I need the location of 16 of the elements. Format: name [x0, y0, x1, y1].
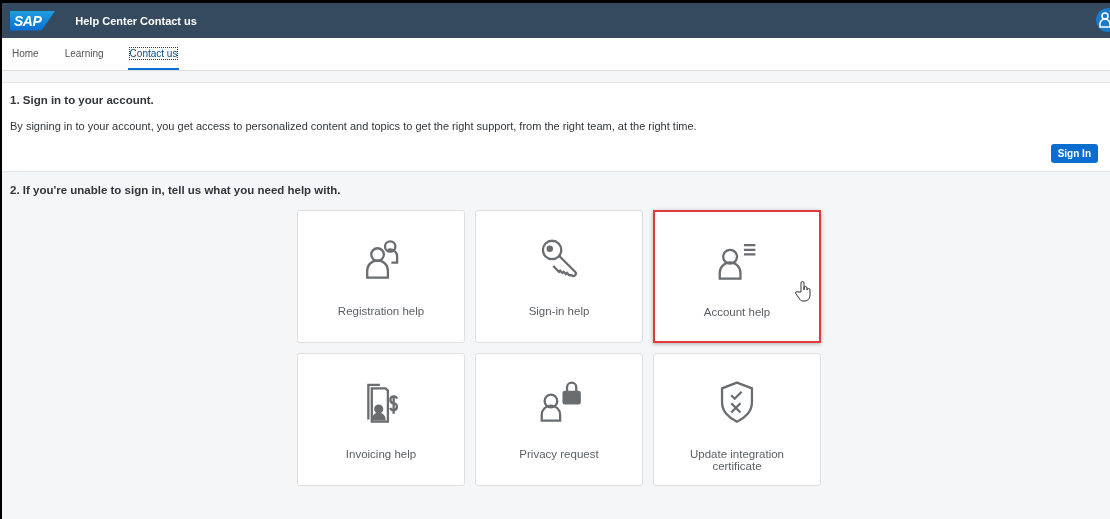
sign-in-button[interactable]: Sign In [1050, 144, 1098, 163]
nav-tab[interactable]: Contact us [127, 38, 180, 70]
section-heading: 1. Sign in to your account. [10, 94, 155, 106]
help-tile[interactable]: Sign-in help [475, 210, 643, 343]
help-tile[interactable]: Invoicing help [297, 353, 465, 486]
sap-logo[interactable]: SAP [10, 10, 56, 31]
app-title: Help Center Contact us [75, 14, 197, 27]
nav-tab[interactable]: Home [10, 38, 41, 70]
help-tile[interactable]: Registration help [297, 210, 465, 343]
section-heading: 2. If you're unable to sign in, tell us what you need help with. [10, 184, 342, 196]
help-tile[interactable]: Update integration certificate [653, 353, 821, 486]
help-tile[interactable]: Privacy request [475, 353, 643, 486]
nav-tab[interactable]: Learning [62, 38, 106, 70]
section-description: By signing in to your account, you get access to personalized content and topics to get the right support, from the right team, at the right time. [10, 120, 698, 132]
hand-cursor-icon [795, 280, 813, 302]
help-tile[interactable]: Account help [653, 210, 821, 343]
